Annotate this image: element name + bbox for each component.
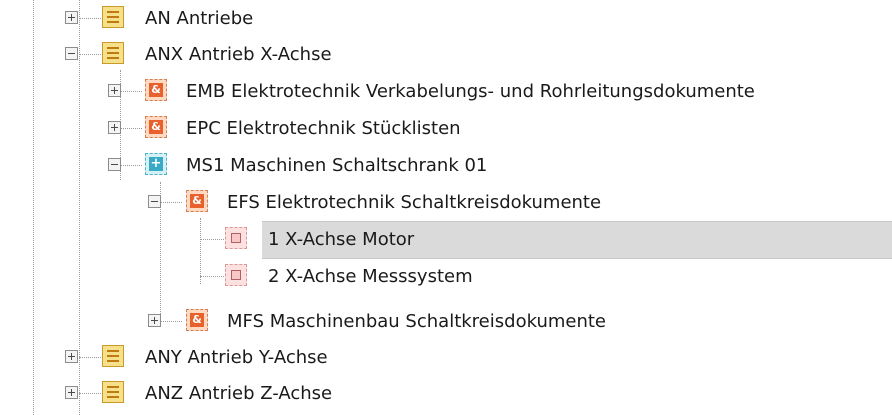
expand-toggle[interactable] — [108, 121, 121, 134]
tree-connector — [200, 276, 224, 277]
ampersand-icon: & — [186, 190, 208, 212]
list-icon — [102, 381, 124, 403]
expand-toggle[interactable] — [65, 350, 78, 363]
plus-box-icon: + — [145, 153, 167, 175]
tree-connector — [79, 393, 101, 394]
ampersand-icon: & — [145, 116, 167, 138]
ampersand-glyph: & — [190, 313, 204, 327]
chip-icon — [225, 227, 247, 249]
tree-item-ms1[interactable]: + MS1 Maschinen Schaltschrank 01 — [0, 147, 892, 184]
tree-view: AN Antriebe ANX Antrieb X-Achse & EMB El… — [0, 0, 892, 415]
tree-item-anx[interactable]: ANX Antrieb X-Achse — [0, 36, 892, 73]
collapse-toggle[interactable] — [108, 158, 121, 171]
expand-toggle[interactable] — [148, 314, 161, 327]
expand-toggle[interactable] — [108, 84, 121, 97]
tree-connector — [200, 239, 224, 240]
tree-item-label: ANY Antrieb Y-Achse — [145, 347, 328, 368]
tree-item-anz[interactable]: ANZ Antrieb Z-Achse — [0, 375, 892, 412]
plus-glyph: + — [149, 156, 163, 171]
collapse-toggle[interactable] — [148, 195, 161, 208]
tree-item-label: ANZ Antrieb Z-Achse — [145, 383, 333, 404]
tree-connector — [120, 165, 142, 166]
tree-item-label: MFS Maschinenbau Schaltkreisdokumente — [227, 311, 607, 332]
chip-icon — [225, 264, 247, 286]
ampersand-glyph: & — [149, 120, 163, 134]
tree-connector — [160, 321, 182, 322]
expand-toggle[interactable] — [65, 11, 78, 24]
ampersand-glyph: & — [149, 83, 163, 97]
tree-item-label: EMB Elektrotechnik Verkabelungs- und Roh… — [186, 81, 755, 102]
tree-item-label: 2 X-Achse Messsystem — [268, 266, 473, 287]
list-icon — [102, 42, 124, 64]
tree-item-efs[interactable]: & EFS Elektrotechnik Schaltkreisdokument… — [0, 184, 892, 221]
tree-connector — [160, 202, 182, 203]
tree-connector — [79, 18, 101, 19]
list-icon — [102, 345, 124, 367]
tree-item-an-antriebe[interactable]: AN Antriebe — [0, 0, 892, 37]
tree-item-label: ANX Antrieb X-Achse — [145, 44, 332, 65]
expand-toggle[interactable] — [65, 386, 78, 399]
tree-item-x-achse-messsystem[interactable]: 2 X-Achse Messsystem — [0, 258, 892, 295]
tree-item-label: EFS Elektrotechnik Schaltkreisdokumente — [227, 192, 602, 213]
tree-item-label: AN Antriebe — [145, 8, 254, 29]
tree-item-emb[interactable]: & EMB Elektrotechnik Verkabelungs- und R… — [0, 73, 892, 110]
tree-item-mfs[interactable]: & MFS Maschinenbau Schaltkreisdokumente — [0, 303, 892, 340]
collapse-toggle[interactable] — [65, 47, 78, 60]
tree-connector — [120, 128, 142, 129]
tree-item-label: MS1 Maschinen Schaltschrank 01 — [186, 155, 488, 176]
tree-item-x-achse-motor[interactable]: 1 X-Achse Motor — [0, 221, 892, 259]
tree-connector — [120, 91, 142, 92]
tree-item-label: EPC Elektrotechnik Stücklisten — [186, 118, 461, 139]
list-icon — [102, 6, 124, 28]
ampersand-glyph: & — [190, 194, 204, 208]
tree-item-label: 1 X-Achse Motor — [268, 229, 415, 250]
tree-connector — [79, 357, 101, 358]
tree-item-epc[interactable]: & EPC Elektrotechnik Stücklisten — [0, 110, 892, 147]
tree-item-any[interactable]: ANY Antrieb Y-Achse — [0, 339, 892, 376]
tree-connector — [79, 54, 101, 55]
ampersand-icon: & — [186, 309, 208, 331]
ampersand-icon: & — [145, 79, 167, 101]
